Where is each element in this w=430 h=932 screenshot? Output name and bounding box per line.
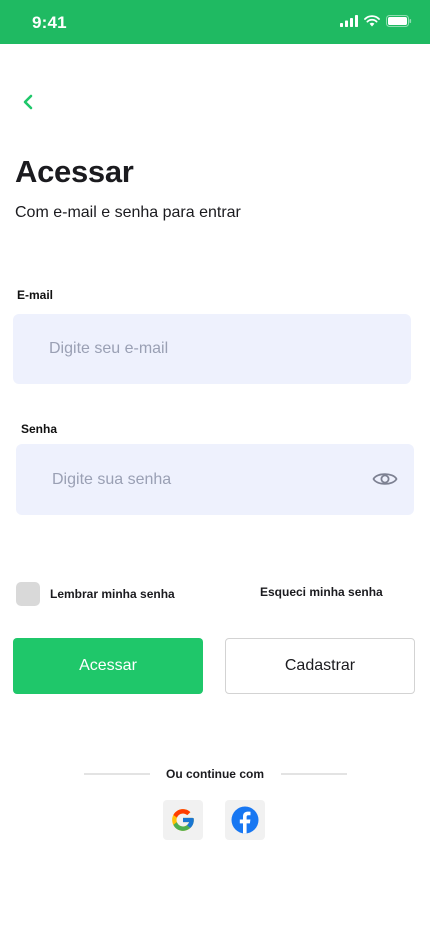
- show-password-toggle[interactable]: [372, 466, 398, 492]
- status-time: 9:41: [32, 13, 67, 32]
- remember-label[interactable]: Lembrar minha senha: [50, 587, 175, 601]
- password-field-container: [16, 444, 414, 515]
- signal-icon: [340, 15, 358, 27]
- google-icon: [172, 809, 194, 831]
- divider-left: [84, 773, 150, 775]
- login-button[interactable]: Acessar: [13, 638, 203, 694]
- status-bar: 9:41: [0, 0, 430, 44]
- facebook-icon: [231, 806, 259, 834]
- email-label: E-mail: [17, 288, 54, 302]
- password-field[interactable]: [16, 444, 414, 515]
- chevron-left-icon: [23, 94, 33, 110]
- password-label: Senha: [21, 422, 58, 436]
- login-screen: 9:41 Acessar Com e-mail e senha para ent…: [0, 0, 430, 932]
- eye-icon: [372, 473, 398, 485]
- social-divider-text: Ou continue com: [165, 767, 264, 781]
- facebook-login-button[interactable]: [225, 800, 265, 840]
- status-icons: [340, 15, 412, 27]
- wifi-icon: [364, 15, 380, 27]
- email-field-container: [13, 314, 411, 384]
- remember-checkbox[interactable]: [16, 582, 40, 606]
- forgot-password-link[interactable]: Esqueci minha senha: [260, 585, 383, 599]
- page-title: Acessar: [15, 154, 134, 189]
- battery-icon: [386, 15, 412, 27]
- google-login-button[interactable]: [163, 800, 203, 840]
- back-button[interactable]: [14, 88, 42, 116]
- page-subtitle: Com e-mail e senha para entrar: [15, 204, 241, 221]
- divider-right: [281, 773, 347, 775]
- register-button[interactable]: Cadastrar: [225, 638, 415, 694]
- email-field[interactable]: [13, 314, 411, 384]
